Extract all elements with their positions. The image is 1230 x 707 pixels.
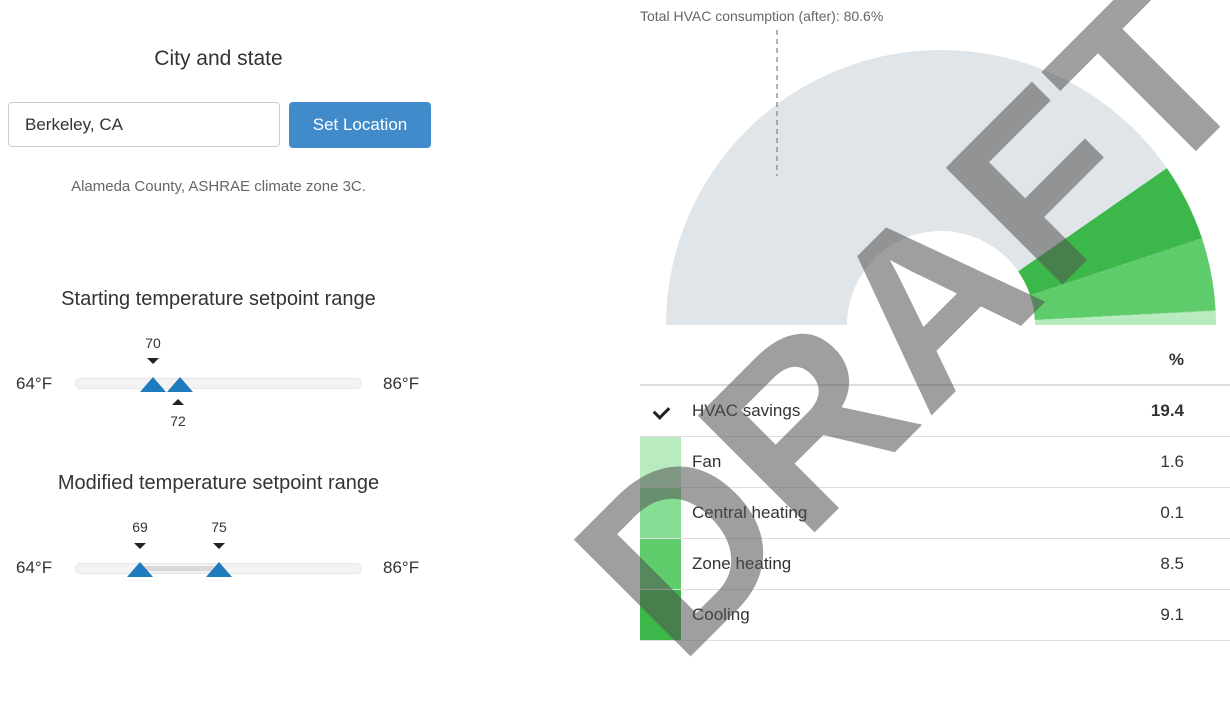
total-row-toggle[interactable]: [640, 385, 681, 437]
percent-column-header: %: [1018, 336, 1230, 386]
modified-range-high-value: 75: [211, 519, 227, 535]
table-row: Central heating 0.1: [640, 487, 1230, 539]
total-row-value: 19.4: [1018, 385, 1230, 437]
table-header-row: %: [640, 336, 1230, 386]
starting-range-low-handle[interactable]: [140, 377, 166, 392]
starting-range-low-value: 70: [145, 335, 161, 351]
starting-range-max-label: 86°F: [383, 374, 420, 393]
modified-range-title: Modified temperature setpoint range: [57, 472, 380, 494]
zone-heating-value: 8.5: [1018, 538, 1230, 590]
modified-range-low-value: 69: [132, 519, 148, 535]
hvac-gauge-chart: [666, 30, 1216, 326]
zone-heating-label: Zone heating: [681, 538, 1019, 590]
fan-label: Fan: [681, 436, 1019, 488]
hvac-total-annotation: Total HVAC consumption (after): 80.6%: [640, 8, 884, 24]
gauge-slices: [666, 49, 1216, 326]
cooling-label: Cooling: [681, 589, 1019, 641]
central-heating-color-swatch: [640, 487, 681, 539]
set-location-button[interactable]: Set Location: [289, 102, 431, 148]
city-state-input[interactable]: [8, 102, 280, 147]
zone-heating-color-swatch: [640, 538, 681, 590]
cooling-value: 9.1: [1018, 589, 1230, 641]
climate-zone-info: Alameda County, ASHRAE climate zone 3C.: [71, 178, 366, 195]
fan-color-swatch: [640, 436, 681, 488]
starting-range-slider-track[interactable]: [75, 378, 362, 389]
total-row-label: HVAC savings: [681, 385, 1019, 437]
starting-range-min-label: 64°F: [16, 374, 53, 393]
fan-value: 1.6: [1018, 436, 1230, 488]
starting-range-high-handle[interactable]: [167, 377, 193, 392]
check-icon: [652, 402, 671, 420]
modified-range-low-pointer: [134, 543, 146, 549]
central-heating-label: Central heating: [681, 487, 1019, 539]
starting-range-high-value: 72: [170, 413, 186, 429]
total-row: HVAC savings 19.4: [640, 385, 1230, 437]
starting-range-high-pointer: [172, 399, 184, 405]
table-row: Zone heating 8.5: [640, 538, 1230, 590]
modified-range-high-pointer: [213, 543, 225, 549]
modified-range-low-handle[interactable]: [127, 562, 153, 577]
breakdown-table: % HVAC savings 19.4 Fan 1.6 Central heat…: [640, 336, 1230, 641]
modified-range-high-handle[interactable]: [206, 562, 232, 577]
cooling-color-swatch: [640, 589, 681, 641]
central-heating-value: 0.1: [1018, 487, 1230, 539]
table-row: Fan 1.6: [640, 436, 1230, 488]
modified-range-max-label: 86°F: [383, 558, 420, 577]
table-row: Cooling 9.1: [640, 589, 1230, 641]
city-state-label: City and state: [154, 47, 283, 70]
starting-range-low-pointer: [147, 358, 159, 364]
modified-range-min-label: 64°F: [16, 558, 53, 577]
starting-range-title: Starting temperature setpoint range: [61, 288, 376, 310]
